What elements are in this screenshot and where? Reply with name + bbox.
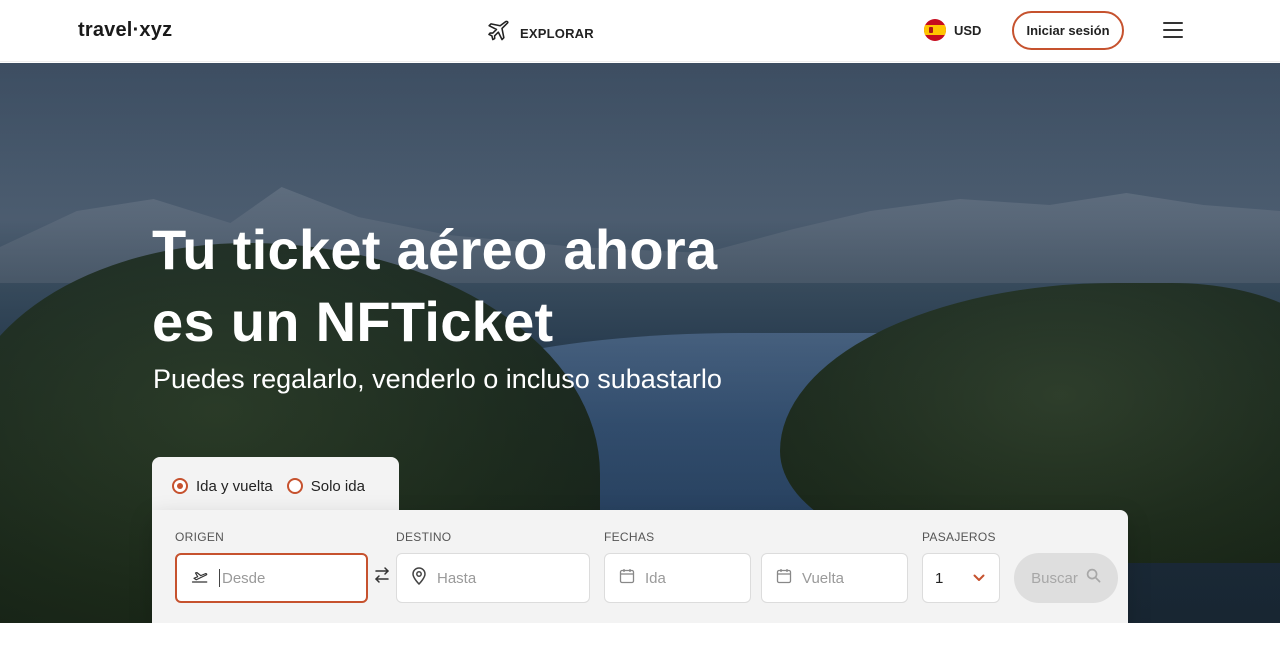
trip-type-oneway-label: Solo ida xyxy=(310,477,365,495)
calendar-icon xyxy=(776,568,792,589)
hero-title-line1: Tu ticket aéreo ahora xyxy=(152,218,718,281)
radio-selected-icon[interactable] xyxy=(172,478,188,494)
origin-input[interactable]: Desde xyxy=(175,553,368,603)
chevron-down-icon xyxy=(973,569,985,587)
search-icon xyxy=(1086,568,1101,588)
trip-type-oneway[interactable]: Solo ida xyxy=(286,477,365,495)
trip-type-roundtrip[interactable]: Ida y vuelta xyxy=(172,478,273,495)
origin-placeholder: Desde xyxy=(222,569,266,587)
trip-type-selector: Ida y vuelta Solo ida xyxy=(152,457,399,515)
spain-flag-icon xyxy=(924,19,946,41)
return-placeholder: Vuelta xyxy=(802,569,844,587)
currency-label: USD xyxy=(954,22,982,38)
currency-selector[interactable]: USD xyxy=(924,19,981,41)
page-bottom-strip xyxy=(0,623,1280,652)
destination-placeholder: Hasta xyxy=(437,569,477,587)
depart-date-input[interactable]: Ida xyxy=(604,553,751,603)
swap-arrows-icon[interactable] xyxy=(373,566,391,584)
radio-unselected-icon[interactable] xyxy=(286,478,303,494)
map-pin-icon xyxy=(411,566,427,590)
return-date-input[interactable]: Vuelta xyxy=(761,553,908,603)
login-button[interactable]: Iniciar sesión xyxy=(1012,11,1124,50)
explore-link[interactable]: EXPLORAR xyxy=(487,19,594,48)
destination-input[interactable]: Hasta xyxy=(396,553,590,603)
dates-label: FECHAS xyxy=(604,530,655,544)
plane-takeoff-icon xyxy=(191,567,209,590)
destination-label: DESTINO xyxy=(396,530,452,544)
hero-title-line2: es un NFTicket xyxy=(152,290,554,353)
search-button-label: Buscar xyxy=(1031,569,1078,587)
hero-subtitle: Puedes regalarlo, venderlo o incluso sub… xyxy=(153,364,722,394)
depart-placeholder: Ida xyxy=(645,569,666,587)
airplane-icon xyxy=(487,19,511,48)
passengers-value: 1 xyxy=(935,569,944,587)
brand-logo[interactable]: travel·xyz xyxy=(78,19,172,42)
calendar-icon xyxy=(619,568,635,589)
passengers-select[interactable]: 1 xyxy=(922,553,1000,603)
top-navigation-bar: travel·xyz EXPLORAR USD Iniciar sesión xyxy=(0,0,1280,62)
trip-type-roundtrip-label: Ida y vuelta xyxy=(196,477,273,495)
hamburger-menu-icon[interactable] xyxy=(1163,22,1183,38)
passengers-label: PASAJEROS xyxy=(922,530,996,544)
origin-label: ORIGEN xyxy=(175,530,225,544)
search-button[interactable]: Buscar xyxy=(1014,553,1118,603)
flight-search-form: ORIGEN Desde DESTINO Hasta FECHAS Ida Vu… xyxy=(152,510,1128,632)
hero-title: Tu ticket aéreo ahora es un NFTicket xyxy=(152,214,717,358)
explore-label: EXPLORAR xyxy=(520,26,594,41)
text-cursor xyxy=(219,569,220,587)
